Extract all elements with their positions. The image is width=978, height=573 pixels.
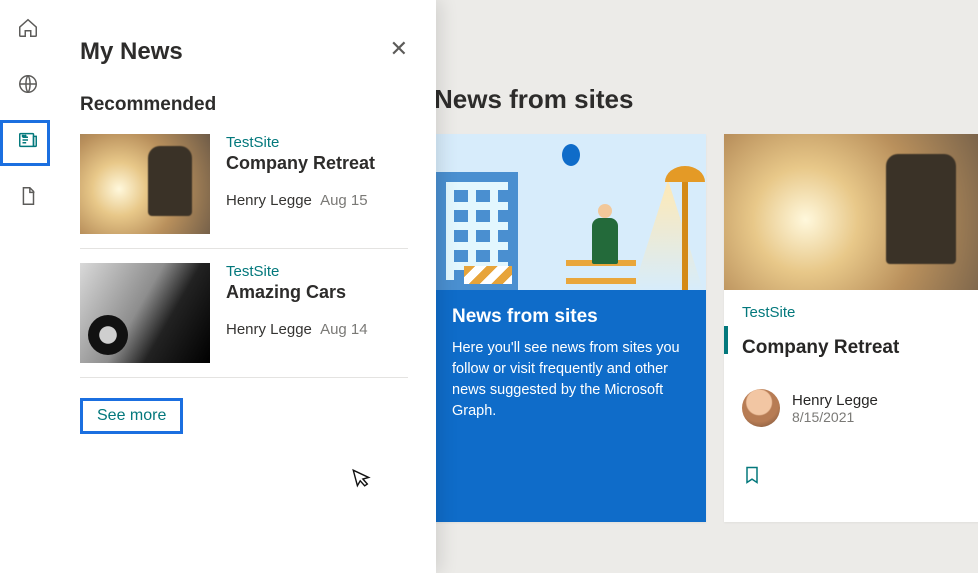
avatar — [742, 389, 780, 427]
news-byline: Henry Legge Aug 15 — [226, 192, 375, 209]
news-site: TestSite — [226, 134, 375, 151]
app-rail — [0, 0, 56, 573]
close-icon[interactable]: ✕ — [390, 38, 408, 60]
news-card-author: Henry Legge — [792, 392, 878, 409]
news-item[interactable]: TestSite Amazing Cars Henry Legge Aug 14 — [80, 249, 408, 378]
intro-illustration — [434, 134, 706, 290]
recommended-list: TestSite Company Retreat Henry Legge Aug… — [80, 134, 408, 378]
news-card-site: TestSite — [742, 304, 978, 321]
intro-card-text: Here you'll see news from sites you foll… — [452, 338, 688, 422]
news-card[interactable]: TestSite Company Retreat Henry Legge 8/1… — [724, 134, 978, 522]
news-byline: Henry Legge Aug 14 — [226, 321, 368, 338]
news-icon[interactable] — [14, 126, 42, 154]
page-title: News from sites — [434, 84, 633, 115]
cards-row: News from sites Here you'll see news fro… — [434, 134, 978, 522]
news-card-hero — [724, 134, 978, 290]
news-thumb — [80, 263, 210, 363]
news-title: Amazing Cars — [226, 282, 368, 303]
news-item[interactable]: TestSite Company Retreat Henry Legge Aug… — [80, 134, 408, 249]
flyout-title: My News — [80, 38, 183, 66]
news-thumb — [80, 134, 210, 234]
cursor-icon — [351, 464, 375, 495]
bookmark-icon[interactable] — [742, 463, 762, 487]
intro-card: News from sites Here you'll see news fro… — [434, 134, 706, 522]
file-icon[interactable] — [14, 182, 42, 210]
see-more-link[interactable]: See more — [97, 407, 166, 424]
news-card-date: 8/15/2021 — [792, 409, 878, 425]
section-recommended-heading: Recommended — [80, 94, 408, 116]
my-news-flyout: My News ✕ Recommended TestSite Company R… — [56, 0, 436, 573]
see-more-highlight: See more — [80, 398, 183, 434]
intro-card-title: News from sites — [452, 306, 688, 328]
news-title: Company Retreat — [226, 153, 375, 174]
news-site: TestSite — [226, 263, 368, 280]
globe-icon[interactable] — [14, 70, 42, 98]
home-icon[interactable] — [14, 14, 42, 42]
news-card-author-row: Henry Legge 8/15/2021 — [742, 389, 978, 427]
news-card-title: Company Retreat — [742, 337, 978, 359]
